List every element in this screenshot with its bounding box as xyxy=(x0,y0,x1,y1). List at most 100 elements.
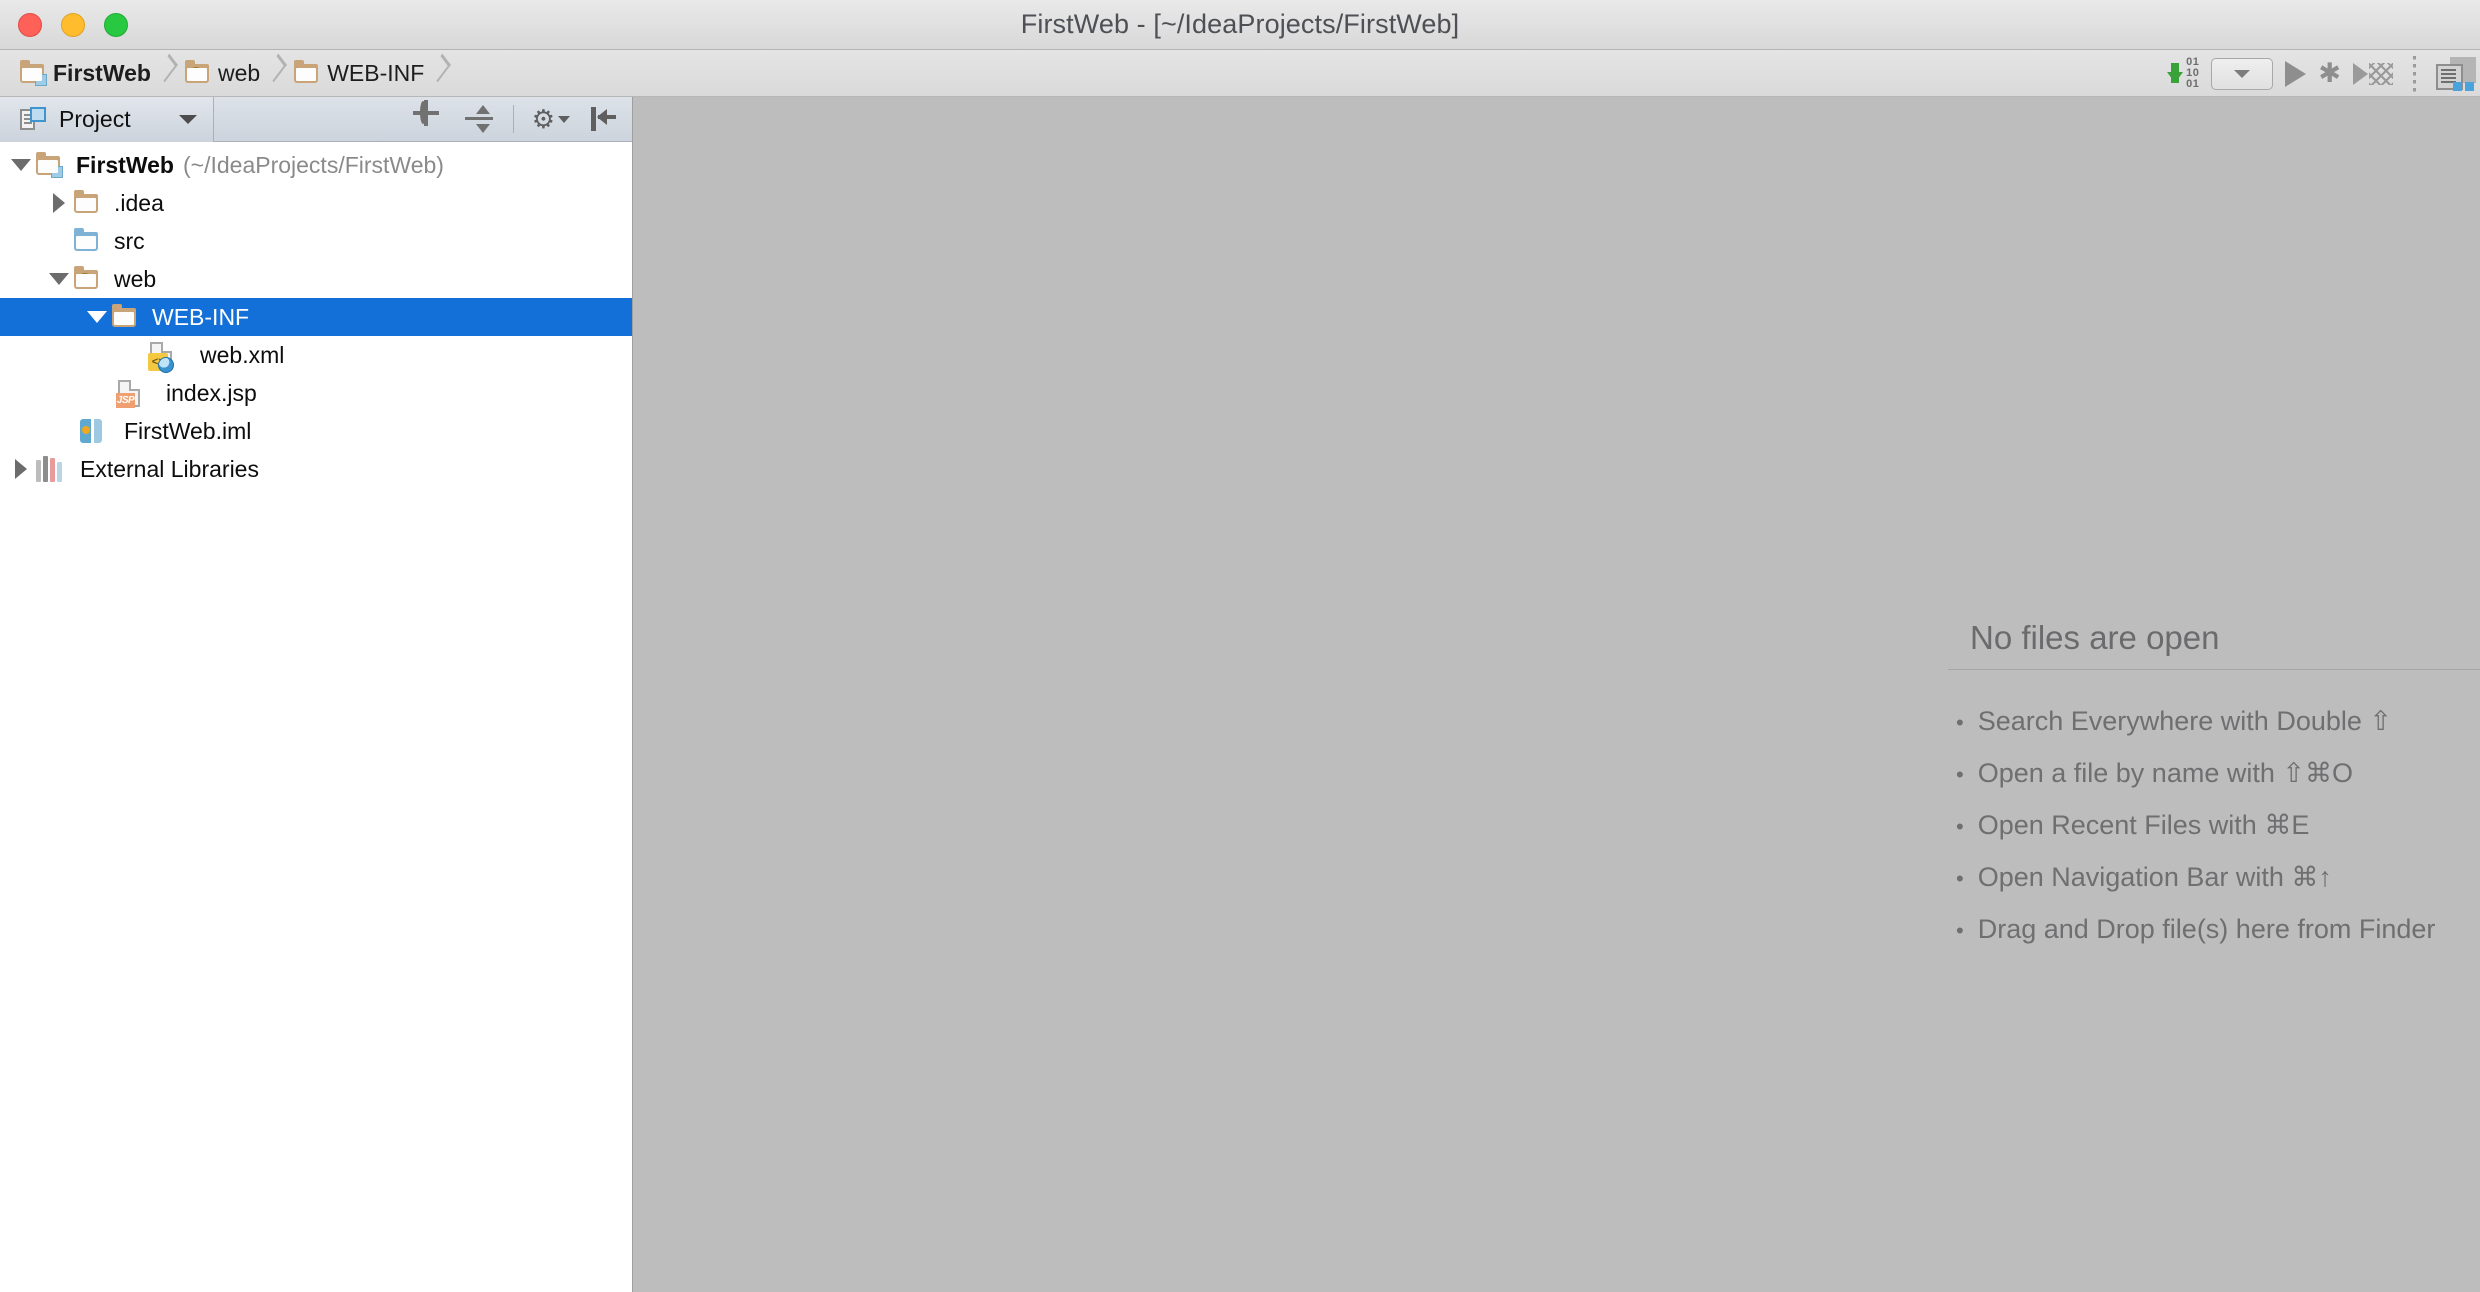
debug-button[interactable]: ✱ xyxy=(2318,54,2341,94)
hide-panel-icon xyxy=(591,107,596,131)
jsp-file-icon: JSP xyxy=(116,378,150,408)
tree-node-src[interactable]: src xyxy=(0,222,632,260)
tip-item: • Drag and Drop file(s) here from Finder xyxy=(1956,904,2480,956)
bug-icon: ✱ xyxy=(2318,58,2341,88)
tip-item: • Search Everywhere with Double ⇧ xyxy=(1956,696,2480,748)
chevron-right-icon xyxy=(158,54,176,92)
make-project-button[interactable]: 01 10 01 xyxy=(2167,54,2199,94)
maximize-window-button[interactable] xyxy=(104,12,128,37)
minimize-window-button[interactable] xyxy=(61,12,85,37)
twisty-icon[interactable] xyxy=(82,298,112,336)
editor-area[interactable]: No files are open • Search Everywhere wi… xyxy=(633,97,2480,1292)
folder-module-icon xyxy=(20,59,47,86)
folder-module-icon xyxy=(36,150,68,180)
bullet-icon: • xyxy=(1956,710,1964,735)
editor-tips-list: • Search Everywhere with Double ⇧ • Open… xyxy=(1948,696,2480,956)
twisty-icon[interactable] xyxy=(6,450,36,488)
bullet-icon: • xyxy=(1956,762,1964,787)
make-hammer-icon: 01 10 01 xyxy=(2167,57,2199,90)
libraries-icon xyxy=(36,454,68,484)
folder-web-icon xyxy=(74,264,106,294)
breadcrumb: FirstWeb web WEB-INF xyxy=(14,54,452,92)
play-icon xyxy=(2285,60,2307,87)
make-bit-3: 01 xyxy=(2186,78,2200,90)
tip-item: • Open Recent Files with ⌘E xyxy=(1956,800,2480,852)
close-window-button[interactable] xyxy=(18,12,42,37)
twisty-icon[interactable] xyxy=(44,184,74,222)
twisty-icon[interactable] xyxy=(6,146,36,184)
tree-node-idea[interactable]: .idea xyxy=(0,184,632,222)
tip-item: • Open a file by name with ⇧⌘O xyxy=(1956,748,2480,800)
project-tool-window: Project ⚙ FirstWeb (~/IdeaProjects/First… xyxy=(0,96,633,1292)
tree-node-path: (~/IdeaProjects/FirstWeb) xyxy=(182,151,444,178)
chevron-right-icon xyxy=(431,54,449,92)
tree-node-label: FirstWeb xyxy=(76,151,174,178)
tree-node-label: index.jsp xyxy=(166,379,257,406)
empty-editor-placeholder: No files are open • Search Everywhere wi… xyxy=(1948,619,2480,956)
tree-node-web-inf[interactable]: WEB-INF xyxy=(0,298,632,336)
tree-node-web-xml[interactable]: <> web.xml xyxy=(0,336,632,374)
navigation-bar: FirstWeb web WEB-INF 01 10 01 ✱ xyxy=(0,50,2480,97)
project-structure-button[interactable] xyxy=(2436,54,2476,94)
xml-web-file-icon: <> xyxy=(148,340,182,373)
project-tree[interactable]: FirstWeb (~/IdeaProjects/FirstWeb) .idea xyxy=(0,142,632,1292)
toolbar-separator xyxy=(512,105,514,133)
breadcrumb-label: web xyxy=(217,59,261,86)
breadcrumb-label: FirstWeb xyxy=(53,59,151,86)
breadcrumb-item-firstweb[interactable]: FirstWeb xyxy=(14,54,155,92)
locate-in-tree-button[interactable] xyxy=(417,101,447,134)
tree-node-index-jsp[interactable]: JSP index.jsp xyxy=(0,374,632,412)
run-button[interactable] xyxy=(2285,54,2307,94)
tree-node-label: .idea xyxy=(114,189,164,216)
coverage-icon xyxy=(2353,62,2393,85)
folder-web-icon xyxy=(184,59,209,83)
collapse-all-icon xyxy=(475,105,490,114)
folder-icon xyxy=(112,302,144,332)
run-toolbar: 01 10 01 ✱ xyxy=(2167,50,2480,97)
tip-item: • Open Navigation Bar with ⌘↑ xyxy=(1956,852,2480,904)
tree-node-external-libraries[interactable]: External Libraries xyxy=(0,450,632,488)
project-panel-title: Project xyxy=(59,105,131,132)
tip-label: Open a file by name with ⇧⌘O xyxy=(1977,758,2353,788)
breadcrumb-item-web-inf[interactable]: WEB-INF xyxy=(288,54,428,92)
iml-module-file-icon xyxy=(80,416,112,446)
tree-node-web[interactable]: web xyxy=(0,260,632,298)
toolbar-separator xyxy=(2413,55,2416,92)
twisty-icon[interactable] xyxy=(44,260,74,298)
run-configuration-selector[interactable] xyxy=(2211,54,2274,94)
chevron-down-icon[interactable] xyxy=(179,114,197,124)
tree-node-label: web xyxy=(114,265,157,292)
gear-icon: ⚙ xyxy=(531,104,555,134)
tab-project[interactable]: Project xyxy=(0,96,214,142)
project-view-icon xyxy=(20,107,46,131)
breadcrumb-label: WEB-INF xyxy=(327,59,425,86)
project-panel-actions: ⚙ xyxy=(417,101,632,134)
bullet-icon: • xyxy=(1956,814,1964,839)
window-controls xyxy=(18,12,128,37)
tree-node-firstweb[interactable]: FirstWeb (~/IdeaProjects/FirstWeb) xyxy=(0,146,632,184)
bullet-icon: • xyxy=(1956,918,1964,943)
project-structure-icon xyxy=(2436,56,2476,91)
tree-node-label: External Libraries xyxy=(80,455,259,482)
run-with-coverage-button[interactable] xyxy=(2353,54,2393,94)
window-title: FirstWeb - [~/IdeaProjects/FirstWeb] xyxy=(1020,9,1460,39)
window-titlebar: FirstWeb - [~/IdeaProjects/FirstWeb] xyxy=(0,0,2480,50)
tree-node-firstweb-iml[interactable]: FirstWeb.iml xyxy=(0,412,632,450)
idea-main-window: FirstWeb - [~/IdeaProjects/FirstWeb] Fir… xyxy=(0,0,2480,1292)
folder-icon xyxy=(74,188,106,218)
tip-label: Search Everywhere with Double ⇧ xyxy=(1977,706,2393,736)
folder-source-icon xyxy=(74,226,106,256)
tip-label: Drag and Drop file(s) here from Finder xyxy=(1977,914,2436,944)
folder-icon xyxy=(294,59,319,83)
collapse-all-button[interactable] xyxy=(464,104,495,134)
hide-panel-button[interactable] xyxy=(588,104,618,134)
project-panel-toolbar: Project ⚙ xyxy=(0,96,632,142)
settings-button[interactable]: ⚙ xyxy=(532,104,570,134)
tree-node-label: web.xml xyxy=(200,341,285,368)
chevron-down-icon xyxy=(2234,69,2251,78)
breadcrumb-item-web[interactable]: web xyxy=(179,54,264,92)
